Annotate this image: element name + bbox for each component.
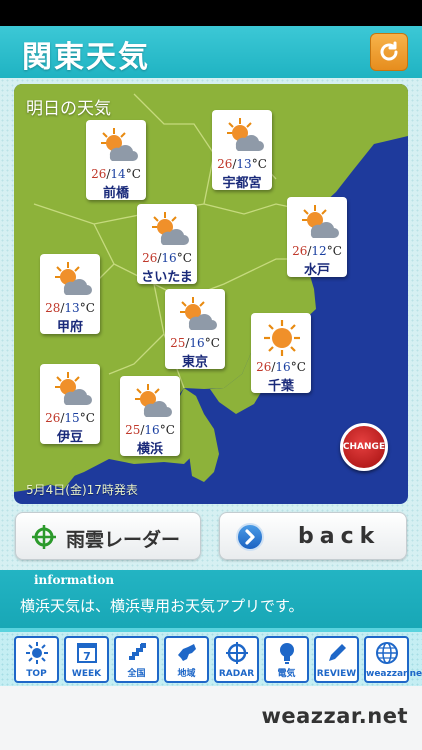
sun-icon [26,642,48,664]
temp-high: 26 [256,360,272,374]
sun-cloud-icon [101,128,138,161]
chevron-right-icon [236,523,264,551]
back-button[interactable]: back [219,512,407,560]
tab-week[interactable]: 7 WEEK [64,636,109,683]
app-title: 関東天気 [22,40,150,75]
city-name: 宇都宮 [222,176,262,191]
refresh-icon [380,41,398,61]
radar-icon [226,642,248,664]
brand-logo: weazzar.net [261,704,408,728]
rain-radar-label: 雨雲レーダー [66,529,181,551]
city-card-yokohama[interactable]: 25/16°C 横浜 [120,376,180,457]
city-card-tokyo[interactable]: 25/16°C 東京 [165,289,225,370]
weather-map: 明日の天気 26/14°C 前橋 26/13°C 宇都宮 26/16°C さいた… [14,84,408,504]
crosshair-icon [32,525,56,549]
temp-low: 16 [144,423,160,437]
tab-label: TOP [26,669,47,679]
city-name: 水戸 [303,263,330,278]
lightbulb-icon [280,643,294,664]
tab-label: weazzar.net [366,669,422,679]
temp-high: 26 [292,244,308,258]
tab-label: REVIEW [316,669,357,679]
tab-label: 地域 [177,669,196,679]
sun-cloud-icon [152,212,189,245]
city-name: 甲府 [56,320,83,335]
temp-low: 16 [161,251,177,265]
city-name: 伊豆 [56,430,83,445]
change-button[interactable]: CHANGE [340,423,388,471]
temp-low: 13 [236,157,252,171]
sun-cloud-icon [55,372,92,405]
temp-low: 12 [311,244,327,258]
tab-label: WEEK [71,669,102,679]
pencil-icon [329,644,346,661]
sun-cloud-icon [180,297,217,330]
temp-high: 26 [142,251,158,265]
sun-icon [264,320,300,356]
sun-cloud-icon [302,205,339,238]
tab-label: 全国 [127,669,146,679]
tab-weazzar-net[interactable]: weazzar.net [364,636,422,683]
tab-national[interactable]: 全国 [114,636,159,683]
tab-review[interactable]: REVIEW [314,636,359,683]
city-card-chiba[interactable]: 26/16°C 千葉 [251,313,311,394]
refresh-button[interactable] [370,33,408,71]
tab-radar[interactable]: RADAR [214,636,259,683]
temp-low: 16 [275,360,291,374]
status-bar [0,0,422,26]
temp-high: 25 [125,423,141,437]
tab-top[interactable]: TOP [14,636,59,683]
sun-cloud-icon [55,262,92,295]
globe-icon [376,642,398,664]
city-card-izu[interactable]: 26/15°C 伊豆 [40,364,100,445]
temp-high: 25 [170,336,186,350]
tab-electricity[interactable]: 電気 [264,636,309,683]
city-name: 千葉 [267,379,294,394]
temp-high: 26 [45,411,61,425]
issued-timestamp: 5月4日(金)17時発表 [26,483,138,497]
tab-region[interactable]: 地域 [164,636,209,683]
sun-cloud-icon [227,118,264,151]
information-text: 横浜天気は、横浜専用お天気アプリです。 [20,597,304,615]
city-name: 横浜 [136,442,163,457]
temp-high: 26 [91,167,107,181]
city-name: 東京 [181,355,208,370]
information-label: information [34,573,115,587]
temp-low: 15 [64,411,80,425]
back-label: back [298,524,381,549]
city-card-saitama[interactable]: 26/16°C さいたま [137,204,197,285]
tab-bar: TOP 7 WEEK 全国 地域 RADAR 電気 REVIEW weazzar… [0,632,422,686]
temp-high: 28 [45,301,61,315]
city-name: 前橋 [102,186,129,201]
svg-text:7: 7 [83,650,91,663]
temp-low: 14 [110,167,126,181]
city-card-maebashi[interactable]: 26/14°C 前橋 [86,120,146,201]
sun-cloud-icon [135,384,172,417]
information-bar: information 横浜天気は、横浜専用お天気アプリです。 [0,570,422,632]
footer: weazzar.net [0,686,422,750]
tab-label: 電気 [277,669,296,679]
city-name: さいたま [141,270,193,285]
calendar-icon: 7 [77,643,97,663]
temp-high: 26 [217,157,233,171]
temp-low: 13 [64,301,80,315]
city-card-kofu[interactable]: 28/13°C 甲府 [40,254,100,335]
app-header: 関東天気 [0,26,422,78]
japan-map-icon [129,643,146,660]
temp-low: 16 [189,336,205,350]
map-title: 明日の天気 [26,99,111,119]
region-map-icon [178,644,196,661]
tab-label: RADAR [218,669,255,679]
city-card-utsunomiya[interactable]: 26/13°C 宇都宮 [212,110,272,191]
rain-radar-button[interactable]: 雨雲レーダー [15,512,201,560]
city-card-mito[interactable]: 26/12°C 水戸 [287,197,347,278]
